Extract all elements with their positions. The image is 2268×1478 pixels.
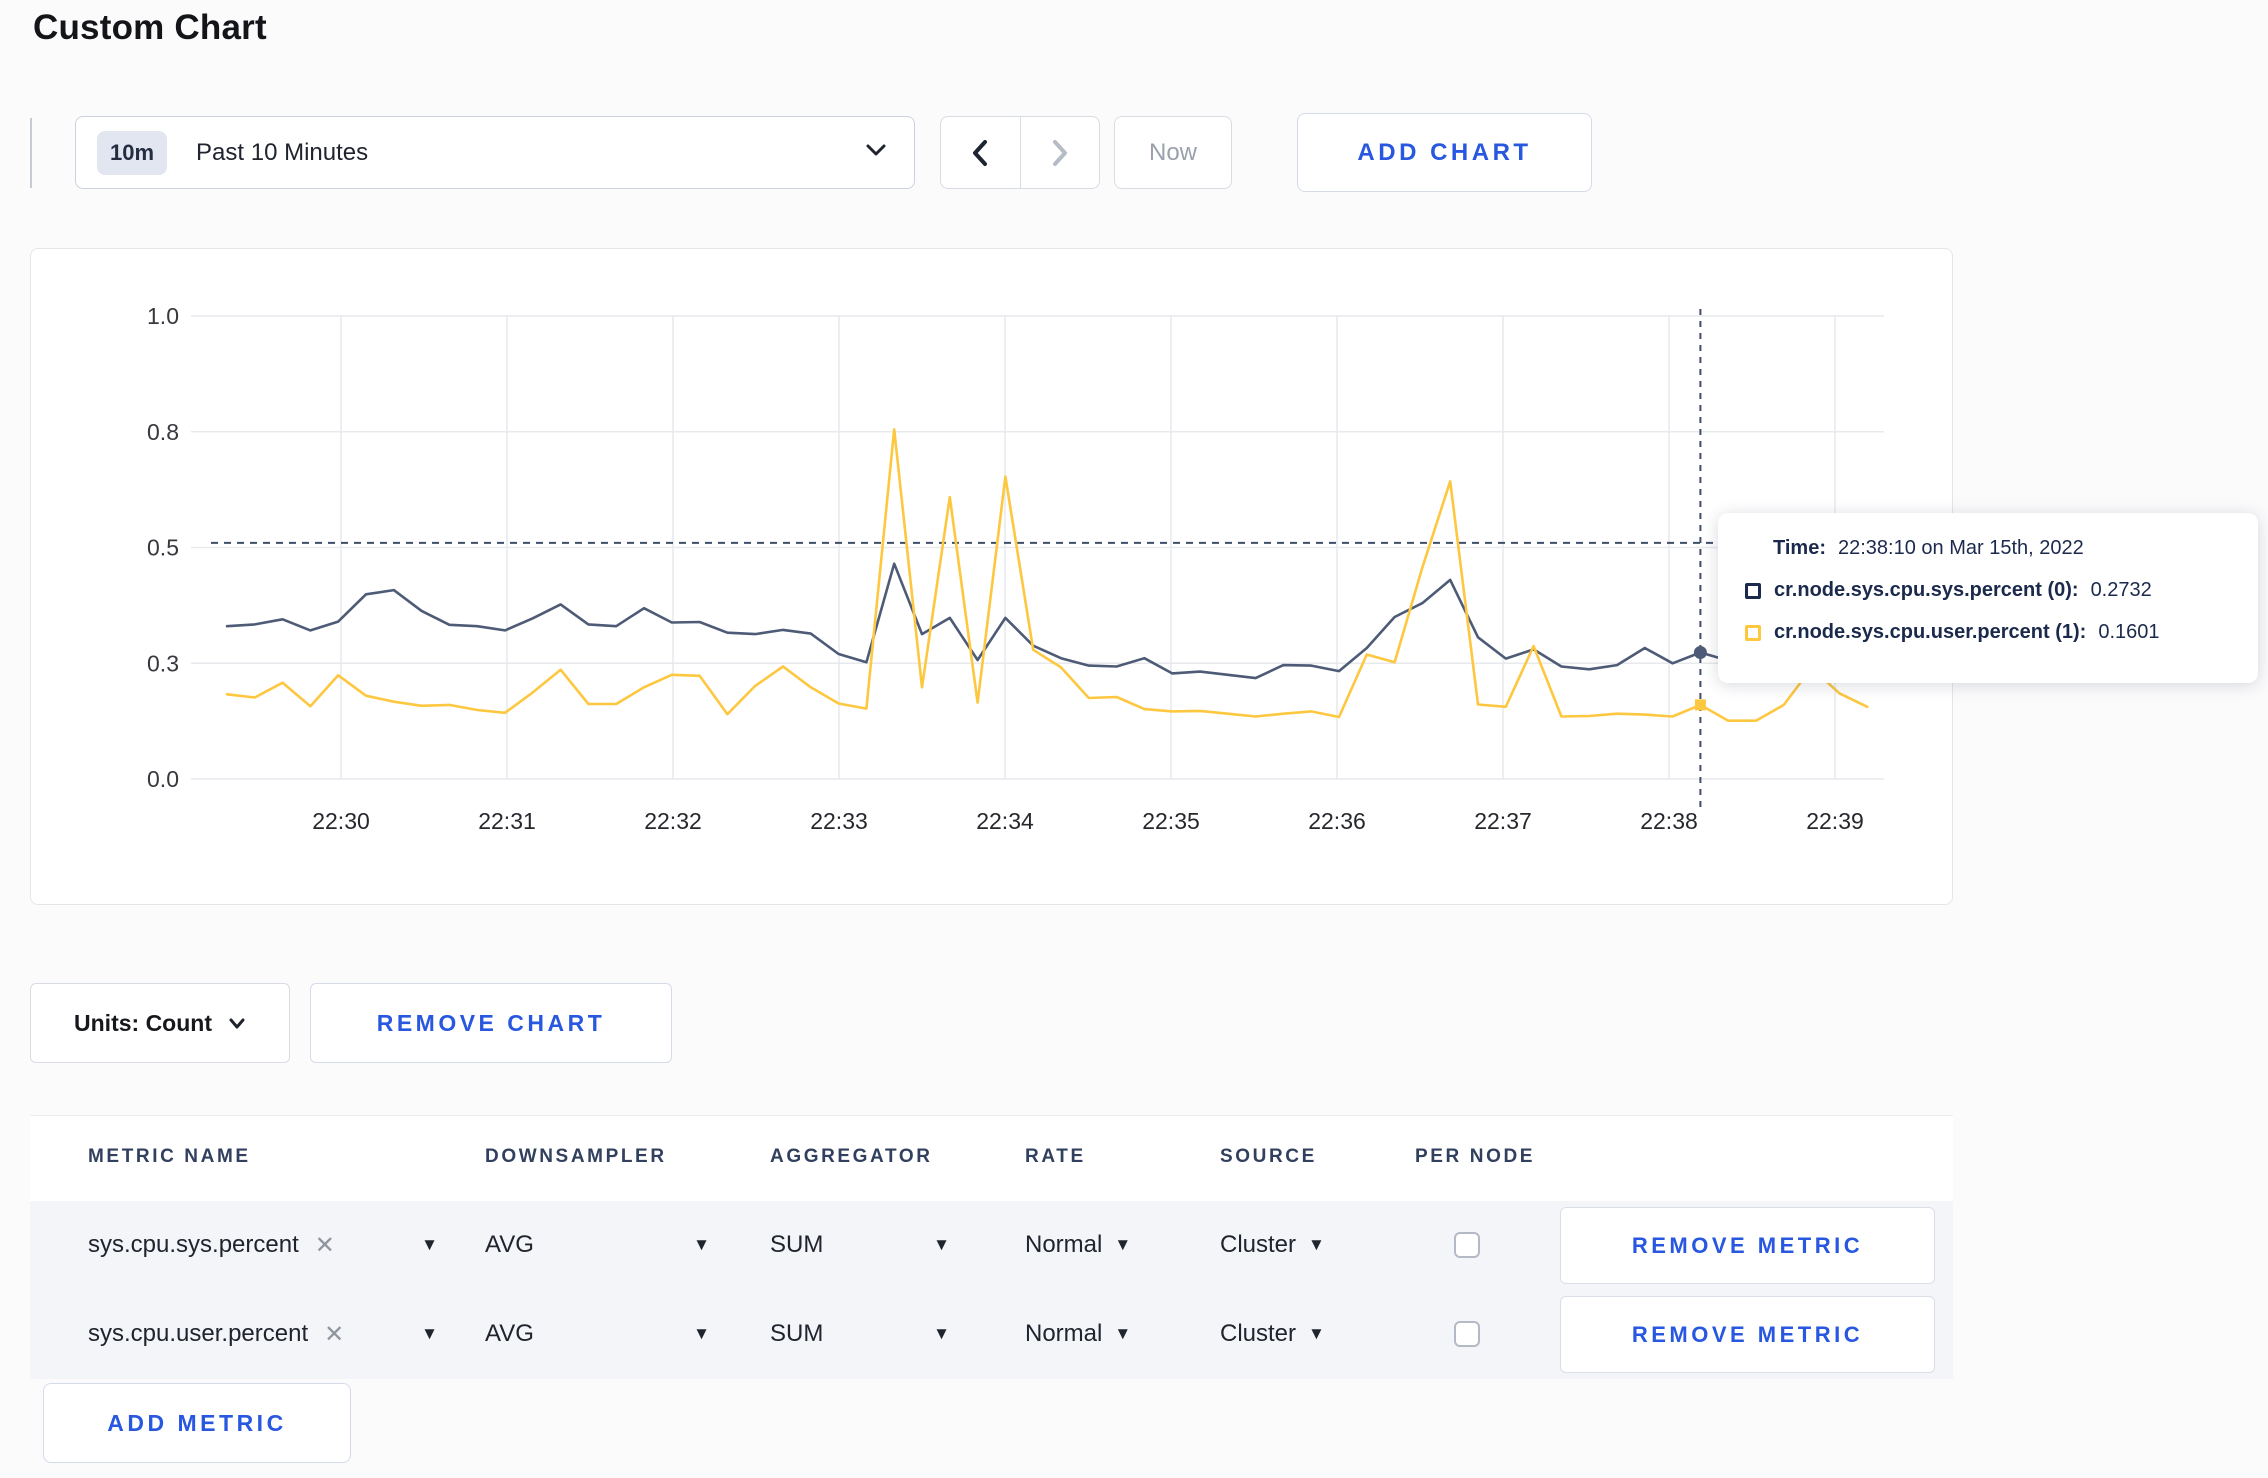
tooltip-time-row: Time: 22:38:10 on Mar 15th, 2022	[1773, 537, 2234, 560]
metric-name: sys.cpu.user.percent	[88, 1320, 309, 1347]
metric-name-select[interactable]: sys.cpu.user.percent ✕ ▼	[88, 1290, 438, 1378]
time-step-group	[940, 116, 1100, 189]
source-select[interactable]: Cluster ▼	[1220, 1290, 1325, 1378]
caret-down-icon: ▼	[1308, 1324, 1325, 1343]
x-axis-label: 22:31	[478, 808, 536, 834]
caret-down-icon: ▼	[1114, 1235, 1132, 1254]
chart-tooltip: Time: 22:38:10 on Mar 15th, 2022 cr.node…	[1718, 513, 2258, 683]
chart-card: 0.0 0.3 0.5 0.8 1.0 22:30 22:31 22:32 22:33 22:34…	[30, 248, 1953, 905]
remove-metric-button[interactable]: REMOVE METRIC	[1560, 1207, 1935, 1284]
x-axis-label: 22:34	[976, 808, 1034, 834]
add-metric-button[interactable]: ADD METRIC	[43, 1383, 351, 1463]
rate-select[interactable]: Normal ▼	[1025, 1201, 1131, 1289]
tooltip-series-label: cr.node.sys.cpu.user.percent (1):	[1774, 621, 2087, 643]
aggregator-select[interactable]: SUM ▼	[770, 1201, 950, 1289]
caret-down-icon: ▼	[693, 1235, 710, 1254]
prev-time-button[interactable]	[941, 117, 1020, 188]
time-range-select[interactable]: 10m Past 10 Minutes	[75, 116, 915, 189]
time-range-badge: 10m	[97, 130, 168, 175]
y-axis-label: 0.5	[147, 535, 179, 561]
downsampler-select[interactable]: AVG ▼	[485, 1290, 710, 1378]
downsampler-value: AVG	[485, 1320, 534, 1347]
source-select[interactable]: Cluster ▼	[1220, 1201, 1325, 1289]
x-axis-label: 22:30	[312, 808, 370, 834]
tooltip-time-label: Time:	[1773, 537, 1826, 559]
tooltip-series-value: 0.1601	[2098, 621, 2160, 643]
metric-row: sys.cpu.user.percent ✕ ▼ AVG ▼ SUM ▼ Nor…	[30, 1290, 1953, 1378]
units-label: Units: Count	[74, 1009, 212, 1036]
toolbar-divider	[30, 118, 32, 188]
per-node-checkbox[interactable]	[1454, 1232, 1480, 1258]
downsampler-select[interactable]: AVG ▼	[485, 1201, 710, 1289]
chevron-right-icon	[1052, 139, 1067, 166]
hover-point-sys	[1693, 646, 1707, 660]
chevron-down-icon	[229, 1018, 245, 1028]
tooltip-series-row: cr.node.sys.cpu.user.percent (1): 0.1601	[1745, 621, 2234, 644]
x-axis-label: 22:35	[1142, 808, 1200, 834]
remove-chart-button[interactable]: REMOVE CHART	[310, 983, 672, 1063]
per-node-checkbox[interactable]	[1454, 1321, 1480, 1347]
downsampler-value: AVG	[485, 1231, 534, 1258]
rate-value: Normal	[1025, 1320, 1103, 1347]
col-header-downsampler: DOWNSAMPLER	[485, 1146, 667, 1167]
metric-row: sys.cpu.sys.percent ✕ ▼ AVG ▼ SUM ▼ Norm…	[30, 1201, 1953, 1289]
tooltip-series-row: cr.node.sys.cpu.sys.percent (0): 0.2732	[1745, 579, 2234, 602]
col-header-aggregator: AGGREGATOR	[770, 1146, 933, 1167]
chevron-left-icon	[973, 139, 988, 166]
hover-point-user	[1694, 699, 1706, 711]
col-header-per-node: PER NODE	[1415, 1146, 1536, 1167]
tooltip-series-label: cr.node.sys.cpu.sys.percent (0):	[1774, 579, 2079, 601]
clear-metric-icon[interactable]: ✕	[324, 1320, 344, 1349]
units-select[interactable]: Units: Count	[30, 983, 290, 1063]
caret-down-icon: ▼	[1308, 1235, 1325, 1254]
source-value: Cluster	[1220, 1231, 1297, 1258]
col-header-metric-name: METRIC NAME	[88, 1146, 251, 1167]
caret-down-icon: ▼	[693, 1324, 710, 1343]
metric-rows: sys.cpu.sys.percent ✕ ▼ AVG ▼ SUM ▼ Norm…	[30, 1201, 1953, 1379]
metrics-table: METRIC NAME DOWNSAMPLER AGGREGATOR RATE …	[30, 1115, 1953, 1379]
add-chart-button[interactable]: ADD CHART	[1297, 113, 1592, 192]
metric-name-select[interactable]: sys.cpu.sys.percent ✕ ▼	[88, 1201, 438, 1289]
remove-metric-button[interactable]: REMOVE METRIC	[1560, 1296, 1935, 1373]
page-title: Custom Chart	[33, 8, 267, 47]
now-button[interactable]: Now	[1114, 116, 1232, 189]
caret-down-icon: ▼	[933, 1324, 950, 1343]
caret-down-icon: ▼	[421, 1324, 438, 1343]
timeseries-chart[interactable]: 0.0 0.3 0.5 0.8 1.0 22:30 22:31 22:32 22:33 22:34…	[31, 249, 1951, 903]
x-axis-label: 22:36	[1308, 808, 1366, 834]
rate-value: Normal	[1025, 1231, 1103, 1258]
y-axis-label: 1.0	[147, 303, 179, 329]
source-value: Cluster	[1220, 1320, 1297, 1347]
aggregator-select[interactable]: SUM ▼	[770, 1290, 950, 1378]
user-series-swatch-icon	[1745, 624, 1761, 641]
metric-name: sys.cpu.sys.percent	[88, 1231, 299, 1258]
aggregator-value: SUM	[770, 1320, 824, 1347]
x-axis-label: 22:37	[1474, 808, 1532, 834]
tooltip-series-value: 0.2732	[2090, 579, 2152, 601]
next-time-button[interactable]	[1019, 117, 1100, 188]
x-axis-label: 22:38	[1640, 808, 1698, 834]
y-axis-label: 0.8	[147, 419, 179, 445]
tooltip-time-value: 22:38:10 on Mar 15th, 2022	[1837, 537, 2084, 559]
series-line-sys	[225, 562, 1869, 680]
series-line-user	[225, 428, 1869, 723]
rate-select[interactable]: Normal ▼	[1025, 1290, 1131, 1378]
x-axis-label: 22:39	[1806, 808, 1864, 834]
x-axis-label: 22:32	[644, 808, 702, 834]
caret-down-icon: ▼	[1114, 1324, 1132, 1343]
y-axis-label: 0.0	[147, 766, 179, 792]
aggregator-value: SUM	[770, 1231, 824, 1258]
clear-metric-icon[interactable]: ✕	[315, 1231, 335, 1260]
col-header-source: SOURCE	[1220, 1146, 1317, 1167]
x-axis-label: 22:33	[810, 808, 868, 834]
time-range-label: Past 10 Minutes	[196, 138, 369, 166]
sys-series-swatch-icon	[1745, 582, 1761, 599]
caret-down-icon: ▼	[933, 1235, 950, 1254]
col-header-rate: RATE	[1025, 1146, 1086, 1167]
caret-down-icon: ▼	[421, 1235, 438, 1254]
chevron-down-icon	[864, 142, 888, 163]
y-axis-label: 0.3	[147, 650, 179, 676]
